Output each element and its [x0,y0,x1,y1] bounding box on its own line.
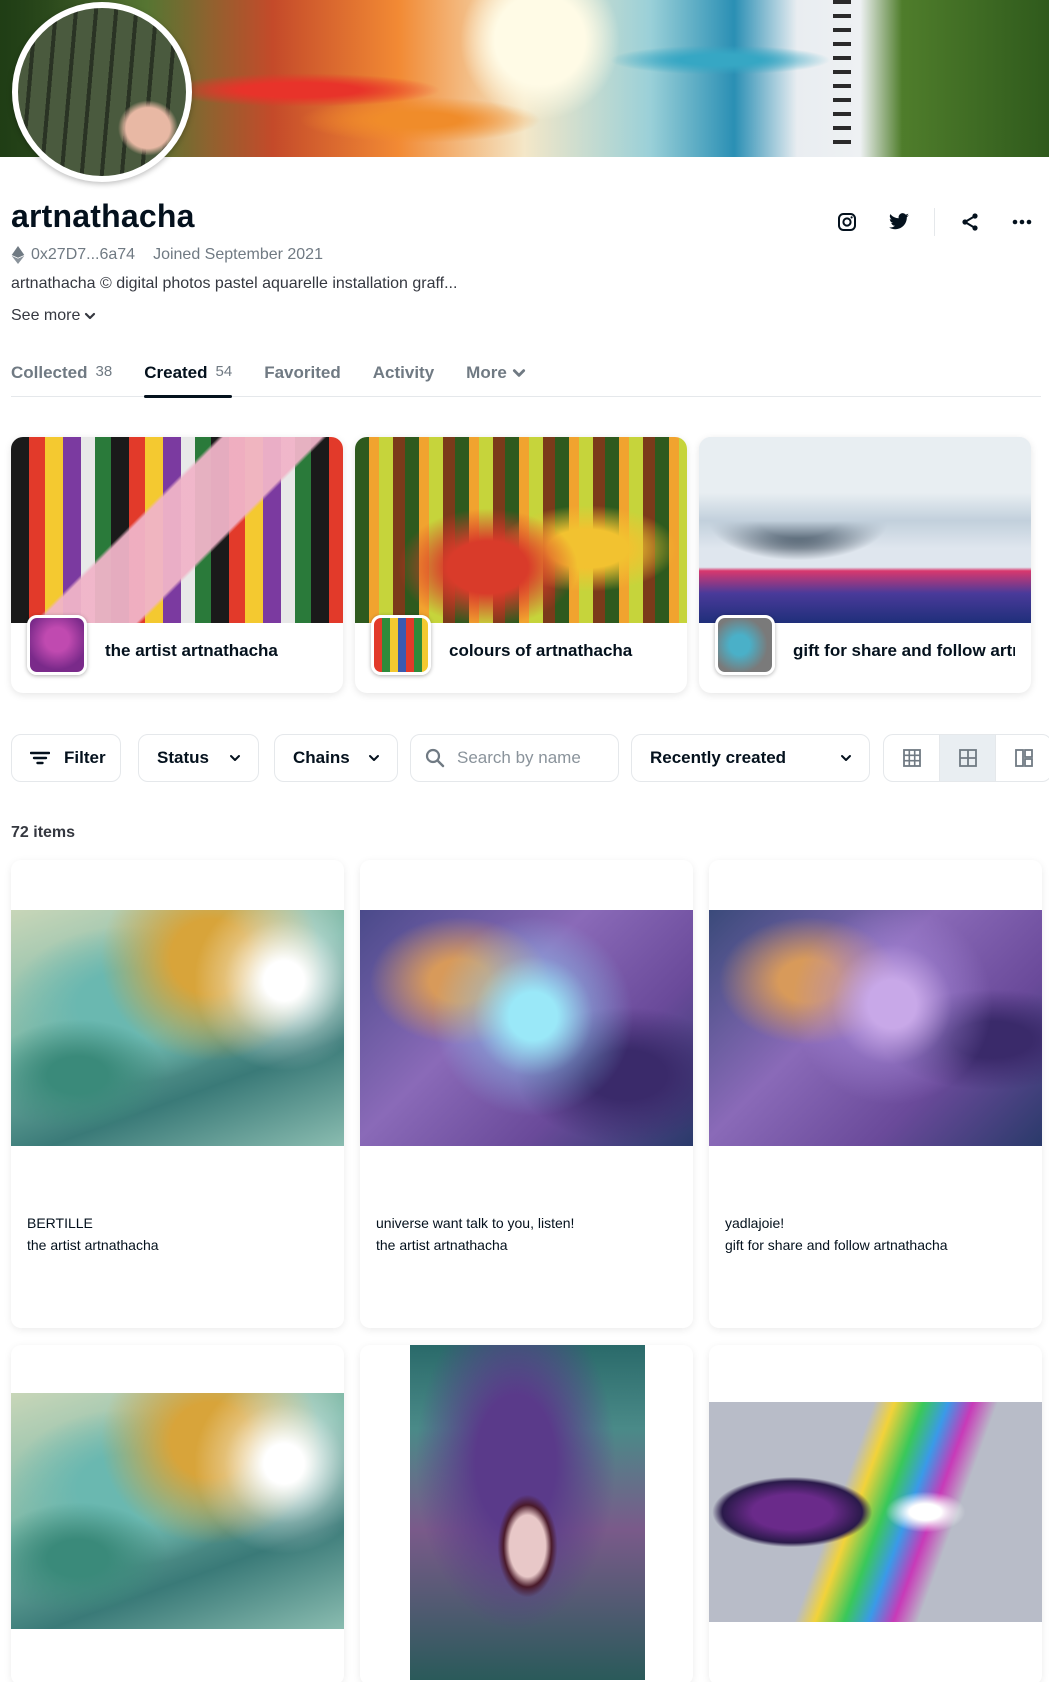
collection-card[interactable]: gift for share and follow artnathacha [699,437,1031,693]
tab-collected[interactable]: Collected 38 [11,357,112,397]
twitter-button[interactable] [882,207,916,237]
tab-more[interactable]: More [466,357,526,397]
view-masonry-button[interactable] [996,735,1049,781]
nft-image [11,1393,344,1629]
twitter-icon [889,213,909,230]
profile-actions [830,207,1049,237]
filter-label: Filter [64,748,106,767]
collection-name: the artist artnathacha [105,641,278,660]
collection-banner-image [355,437,687,623]
tab-activity[interactable]: Activity [373,357,434,397]
chains-dropdown[interactable]: Chains [274,734,398,782]
see-more-button[interactable]: See more [11,307,96,325]
chevron-down-icon [512,369,525,377]
share-icon [962,213,978,231]
nft-card[interactable] [709,1345,1042,1682]
nft-collection-name[interactable]: gift for share and follow artnathacha [725,1237,965,1253]
grid-large-icon [958,749,977,767]
filter-icon [30,751,50,765]
nft-title: BERTILLE [27,1215,93,1231]
banner-notebook-spiral [833,0,851,150]
wallet-address[interactable]: 0x27D7...6a74 [31,246,135,264]
nft-card[interactable]: BERTILLE the artist artnathacha [11,860,344,1328]
collection-name: gift for share and follow artnathacha [793,641,1015,660]
nft-card[interactable]: yadlajoie! gift for share and follow art… [709,860,1042,1328]
tab-label: Created [144,363,208,382]
nft-image [410,1345,645,1680]
view-large-grid-button[interactable] [940,735,996,781]
profile-bio: artnathacha © digital photos pastel aqua… [11,275,458,292]
nft-card[interactable]: universe want talk to you, listen! the a… [360,860,693,1328]
items-toolbar: Filter Status Chains Recently created [11,734,1049,782]
collection-banner-image [11,437,343,623]
chevron-down-icon [841,755,851,761]
chevron-down-icon [230,755,240,761]
tab-label: Collected [11,363,88,382]
chevron-down-icon [369,755,379,761]
tab-favorited[interactable]: Favorited [264,357,341,397]
more-icon [1012,219,1032,225]
nft-card[interactable] [360,1345,693,1682]
grid-small-icon [902,749,921,767]
collection-name: colours of artnathacha [449,641,633,660]
tab-label: Activity [372,363,435,382]
tab-count: 54 [215,363,233,380]
status-label: Status [157,748,209,767]
instagram-button[interactable] [830,207,864,237]
tab-label: More [466,363,507,382]
items-count: 72 items [11,824,76,841]
collection-card[interactable]: colours of artnathacha [355,437,687,693]
profile-meta: 0x27D7...6a74 Joined September 2021 [11,246,323,264]
collection-thumbnail [715,615,775,675]
chevron-down-icon [85,312,96,320]
collection-thumbnail [371,615,431,675]
view-mode-toggle [883,734,1049,782]
actions-divider [934,208,935,236]
nft-collection-name[interactable]: the artist artnathacha [27,1237,267,1253]
profile-tabs: Collected 38 Created 54 Favorited Activi… [11,357,1041,398]
view-compact-grid-button[interactable] [884,735,940,781]
ethereum-icon [11,246,25,264]
search-input[interactable] [457,748,607,768]
nft-image [11,910,344,1146]
nft-image [709,1402,1042,1622]
see-more-label: See more [11,307,81,324]
nft-image [709,910,1042,1146]
filter-button[interactable]: Filter [11,734,121,782]
share-button[interactable] [953,207,987,237]
nft-card[interactable] [11,1345,344,1682]
chains-label: Chains [293,748,350,767]
search-icon [425,748,445,768]
collection-thumbnail [27,615,87,675]
sort-dropdown[interactable]: Recently created [631,734,870,782]
masonry-icon [1014,749,1033,767]
tab-created[interactable]: Created 54 [144,357,233,398]
status-dropdown[interactable]: Status [138,734,259,782]
tab-count: 38 [95,363,113,380]
collection-card[interactable]: the artist artnathacha [11,437,343,693]
nft-image [360,910,693,1146]
joined-date: Joined September 2021 [153,246,323,263]
nft-title: yadlajoie! [725,1215,785,1231]
collections-row: the artist artnathacha colours of artnat… [11,437,1031,693]
nft-collection-name[interactable]: the artist artnathacha [376,1237,616,1253]
instagram-icon [838,213,856,231]
tab-label: Favorited [264,363,341,382]
search-box [410,734,619,782]
more-options-button[interactable] [1005,207,1039,237]
profile-name: artnathacha [11,198,195,234]
nft-title: universe want talk to you, listen! [376,1215,575,1231]
collection-banner-image [699,437,1031,623]
profile-avatar[interactable] [12,2,192,182]
sort-label: Recently created [650,748,787,767]
